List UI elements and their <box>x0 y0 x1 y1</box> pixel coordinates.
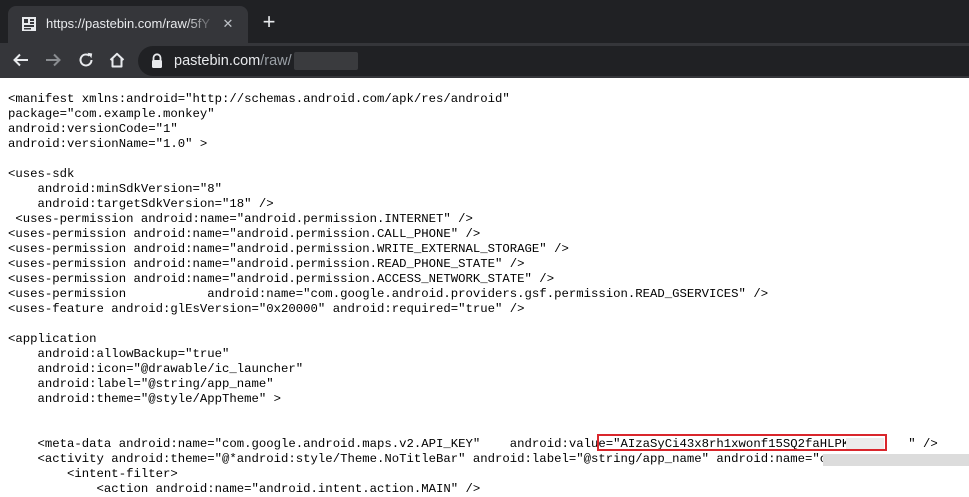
tab-title-fade <box>186 12 216 36</box>
code-line: android:minSdkVersion="8" <box>8 182 223 196</box>
code-line: android:versionName="1.0" > <box>8 137 208 151</box>
code-line: android:icon="@drawable/ic_launcher" <box>8 362 304 376</box>
reload-button[interactable] <box>73 47 99 73</box>
code-line: <manifest xmlns:android="http://schemas.… <box>8 92 510 106</box>
close-tab-icon[interactable]: ✕ <box>220 16 236 32</box>
code-line: <uses-permission android:name="android.p… <box>8 212 473 226</box>
code-line: <uses-permission android:name="android.p… <box>8 272 555 286</box>
code-line: android:versionCode="1" <box>8 122 178 136</box>
code-line: <uses-permission android:name="android.p… <box>8 227 481 241</box>
redacted-activity-name <box>823 454 969 466</box>
code-line: android:label="@string/app_name" <box>8 377 274 391</box>
code-line: <application <box>8 332 97 346</box>
url-path: /raw/ <box>260 53 292 69</box>
browser-toolbar: pastebin.com/raw/ <box>0 43 969 78</box>
home-icon <box>109 52 125 68</box>
address-bar[interactable]: pastebin.com/raw/ <box>138 46 969 76</box>
browser-titlebar: https://pastebin.com/raw/5fYDH ✕ + <box>0 0 969 43</box>
code-line: <uses-permission android:name="android.p… <box>8 257 525 271</box>
code-line: android:allowBackup="true" <box>8 347 230 361</box>
arrow-left-icon <box>13 53 28 67</box>
back-button[interactable] <box>8 47 34 73</box>
code-line: <uses-sdk <box>8 167 75 181</box>
url-text: pastebin.com/raw/ <box>174 53 292 69</box>
code-line: <action android:name="android.intent.act… <box>8 482 481 496</box>
code-line: <uses-permission android:name="com.googl… <box>8 287 769 301</box>
api-key-highlight <box>597 434 887 451</box>
code-line: android:theme="@style/AppTheme" > <box>8 392 282 406</box>
redacted-url-segment <box>294 52 358 70</box>
arrow-right-icon <box>46 53 61 67</box>
reload-icon <box>79 52 93 67</box>
code-line: android:targetSdkVersion="18" /> <box>8 197 274 211</box>
home-button[interactable] <box>104 47 130 73</box>
pastebin-favicon-icon <box>22 17 36 31</box>
lock-icon <box>152 53 162 68</box>
redacted-key-segment <box>846 438 884 449</box>
url-host: pastebin.com <box>174 53 261 69</box>
code-line: <intent-filter> <box>8 467 178 481</box>
browser-tab[interactable]: https://pastebin.com/raw/5fYDH ✕ <box>8 6 248 43</box>
code-line: <uses-permission android:name="android.p… <box>8 242 569 256</box>
code-line: <activity android:theme="@*android:style… <box>8 452 828 466</box>
forward-button[interactable] <box>40 47 66 73</box>
code-line: <uses-feature android:glEsVersion="0x200… <box>8 302 525 316</box>
new-tab-button[interactable]: + <box>258 11 280 34</box>
code-line: package="com.example.monkey" <box>8 107 215 121</box>
